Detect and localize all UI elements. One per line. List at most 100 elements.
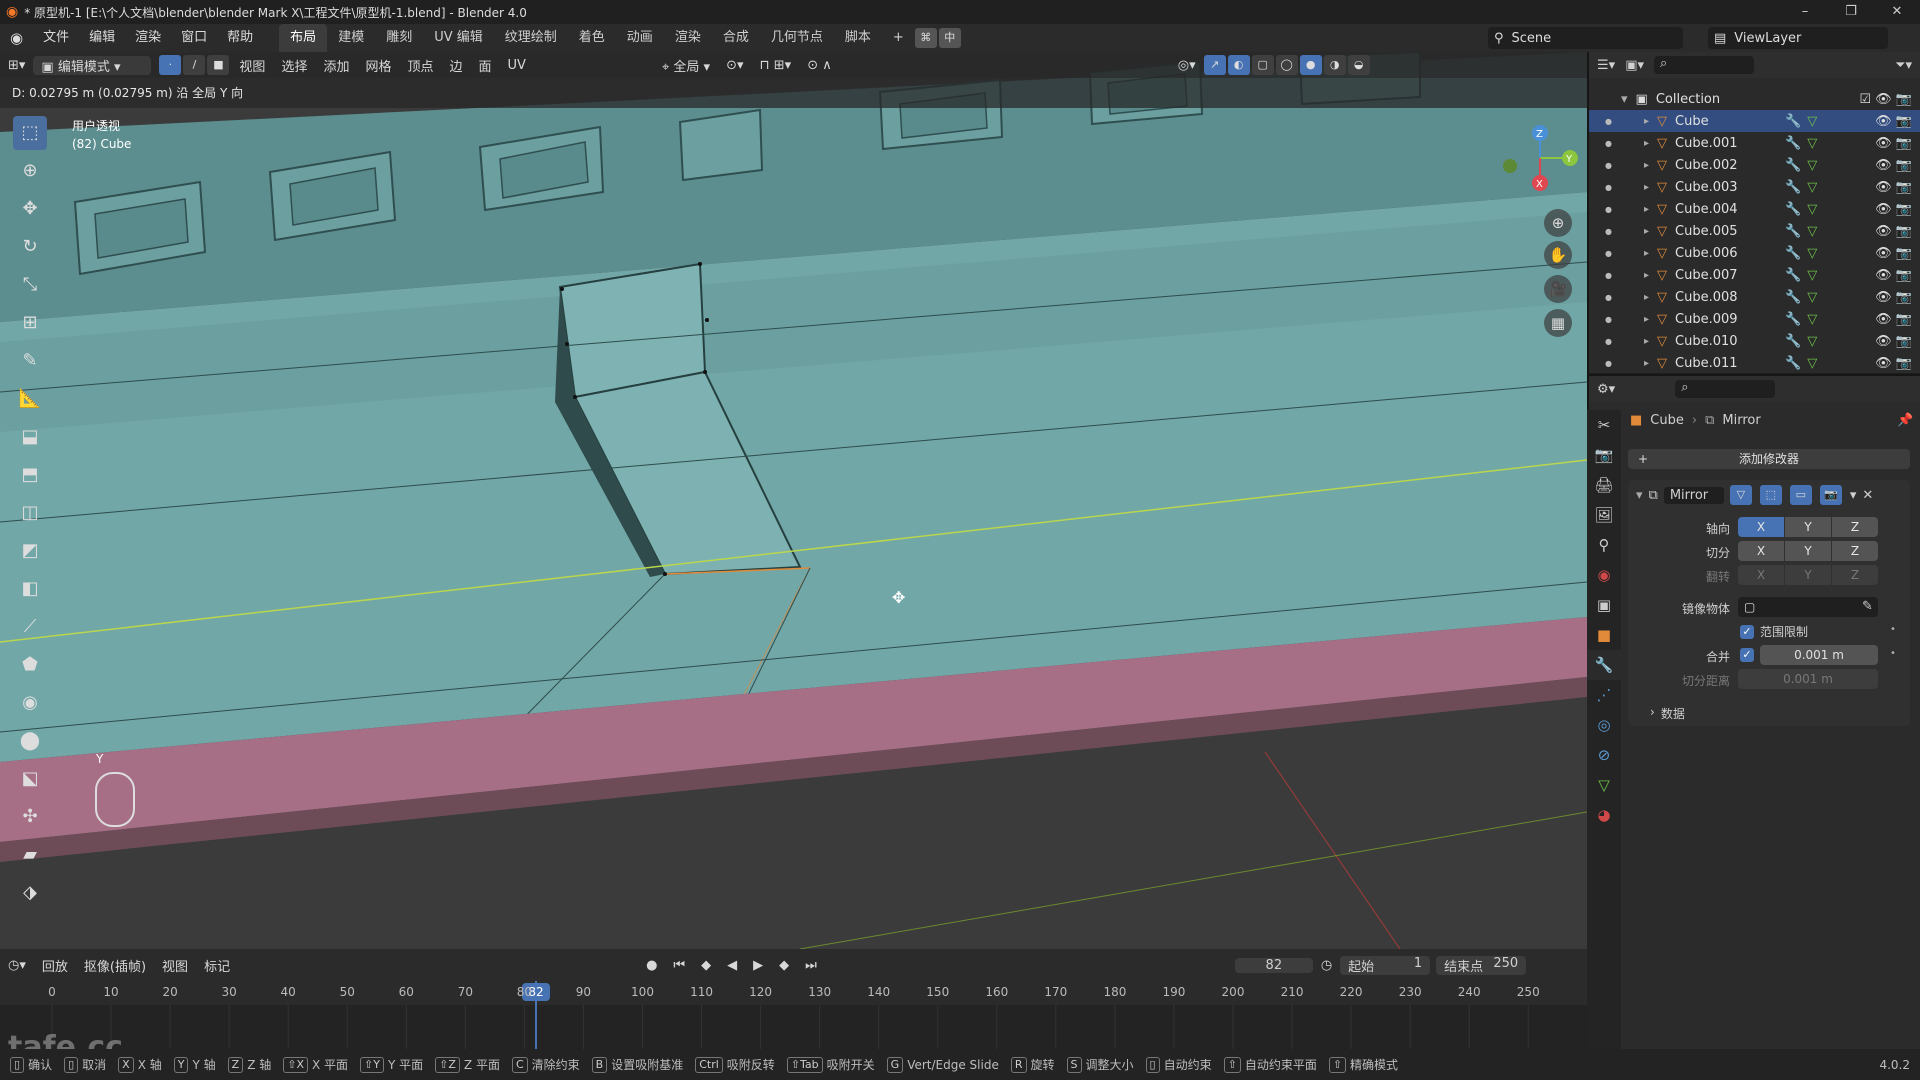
transform-tool-icon[interactable]: ⊞ xyxy=(13,306,47,340)
expand-arrow-icon[interactable]: ▸ xyxy=(1644,358,1649,369)
menu-keying[interactable]: 抠像(插帧) xyxy=(76,956,154,975)
material-tab-icon[interactable]: ◕ xyxy=(1587,800,1621,830)
expand-arrow-icon[interactable]: ▸ xyxy=(1644,314,1649,325)
bevel-tool-icon[interactable]: ◩ xyxy=(13,534,47,568)
outliner-row[interactable]: ● ▸ ▽ Cube.006 🔧 ▽ 👁 📷 xyxy=(1589,242,1920,264)
minimize-button[interactable]: – xyxy=(1782,0,1828,24)
mesh-data-icon[interactable]: ▽ xyxy=(1807,158,1817,173)
shear-tool-icon[interactable]: ▰ xyxy=(13,838,47,872)
particles-tab-icon[interactable]: ⋰ xyxy=(1587,680,1621,710)
outliner-row[interactable]: ● ▸ ▽ Cube.004 🔧 ▽ 👁 📷 xyxy=(1589,198,1920,220)
tool-tab-icon[interactable]: ✂ xyxy=(1587,410,1621,440)
outliner-row[interactable]: ● ▸ ▽ Cube.011 🔧 ▽ 👁 📷 xyxy=(1589,352,1920,374)
auto-key-icon[interactable]: ● xyxy=(638,958,665,973)
collection-row[interactable]: ▾ ▣ Collection ☑ 👁 📷 xyxy=(1589,88,1920,110)
modifier-name-field[interactable]: Mirror xyxy=(1663,486,1724,504)
output-tab-icon[interactable]: 🖨 xyxy=(1587,470,1621,500)
modifier-icon[interactable]: 🔧 xyxy=(1785,158,1801,173)
add-modifier-button[interactable]: + 添加修改器 xyxy=(1628,449,1910,469)
modifier-icon[interactable]: 🔧 xyxy=(1785,114,1801,129)
visibility-icon[interactable]: 👁 📷 xyxy=(1875,356,1912,371)
data-subpanel-header[interactable]: › 数据 xyxy=(1650,705,1685,722)
modifier-icon[interactable]: 🔧 xyxy=(1785,268,1801,283)
3d-viewport[interactable] xyxy=(0,52,1587,949)
menu-edit[interactable]: 编辑 xyxy=(79,24,125,52)
mesh-data-icon[interactable]: ▽ xyxy=(1807,312,1817,327)
inset-tool-icon[interactable]: ◫ xyxy=(13,496,47,530)
add-workspace-icon[interactable]: + xyxy=(882,24,915,52)
props-search-input[interactable]: ⌕ xyxy=(1675,380,1776,398)
menu-face[interactable]: 面 xyxy=(471,56,500,75)
play-icon[interactable]: ▶ xyxy=(745,958,771,973)
tab-modeling[interactable]: 建模 xyxy=(327,24,375,52)
collection-tab-icon[interactable]: ▣ xyxy=(1587,590,1621,620)
mesh-data-icon[interactable]: ▽ xyxy=(1807,180,1817,195)
viewlayer-selector[interactable]: ▤ ViewLayer xyxy=(1708,27,1888,49)
menu-timeline-view[interactable]: 视图 xyxy=(154,956,196,975)
expand-arrow-icon[interactable]: ▸ xyxy=(1644,116,1649,127)
modifier-icon[interactable]: 🔧 xyxy=(1785,224,1801,239)
expand-arrow-icon[interactable]: ▸ xyxy=(1644,248,1649,259)
mesh-data-icon[interactable]: ▽ xyxy=(1807,224,1817,239)
lang-toggle-icon[interactable]: ⌘ xyxy=(914,28,937,48)
physics-tab-icon[interactable]: ◎ xyxy=(1587,710,1621,740)
outliner-row[interactable]: ● ▸ ▽ Cube.002 🔧 ▽ 👁 📷 xyxy=(1589,154,1920,176)
visibility-icon[interactable]: 👁 📷 xyxy=(1875,158,1912,173)
scene-selector[interactable]: ⚲ Scene xyxy=(1488,27,1683,49)
select-box-tool-icon[interactable]: ⬚ xyxy=(13,116,47,150)
tab-layout[interactable]: 布局 xyxy=(279,24,328,52)
flip-y-toggle[interactable]: Y xyxy=(1785,565,1831,585)
collapse-arrow-icon[interactable]: ▾ xyxy=(1636,488,1643,503)
outliner-row[interactable]: ● ▸ ▽ Cube.007 🔧 ▽ 👁 📷 xyxy=(1589,264,1920,286)
editmode-display-icon[interactable]: ⬚ xyxy=(1759,485,1782,505)
modifier-icon[interactable]: 🔧 xyxy=(1785,180,1801,195)
filter-icon[interactable]: ⏷▾ xyxy=(1895,58,1912,73)
outliner-search-input[interactable]: ⌕ xyxy=(1654,56,1754,74)
visibility-icon[interactable]: 👁 📷 xyxy=(1875,136,1912,151)
render-tab-icon[interactable]: 📷 xyxy=(1587,440,1621,470)
visibility-icon[interactable]: 👁 📷 xyxy=(1875,312,1912,327)
add-cube-tool-icon[interactable]: ⬓ xyxy=(13,420,47,454)
smooth-tool-icon[interactable]: ⬤ xyxy=(13,724,47,758)
bisect-x-toggle[interactable]: X xyxy=(1738,541,1784,561)
outliner-row[interactable]: ● ▸ ▽ Cube.008 🔧 ▽ 👁 📷 xyxy=(1589,286,1920,308)
merge-keyframe-dot-icon[interactable]: • xyxy=(1890,648,1896,659)
mesh-data-icon[interactable]: ▽ xyxy=(1807,290,1817,305)
modifier-icon[interactable]: 🔧 xyxy=(1785,202,1801,217)
scene-tab-icon[interactable]: ⚲ xyxy=(1587,530,1621,560)
menu-uv[interactable]: UV xyxy=(500,58,534,73)
props-type-icon[interactable]: ⚙▾ xyxy=(1597,382,1615,397)
jump-end-icon[interactable]: ⏭ xyxy=(797,958,825,973)
wireframe-shading-icon[interactable]: ◯ xyxy=(1275,55,1298,75)
modifier-icon[interactable]: 🔧 xyxy=(1785,334,1801,349)
vertex-select-icon[interactable]: · xyxy=(159,55,182,75)
visibility-icon[interactable]: ◎▾ xyxy=(1170,58,1204,73)
render-display-icon[interactable]: 📷 xyxy=(1819,485,1842,505)
outliner-row[interactable]: ● ▸ ▽ Cube.005 🔧 ▽ 👁 📷 xyxy=(1589,220,1920,242)
cursor-tool-icon[interactable]: ⊕ xyxy=(13,154,47,188)
tab-geometry-nodes[interactable]: 几何节点 xyxy=(760,24,834,52)
input-method-icon[interactable]: 中 xyxy=(938,28,961,48)
poly-build-tool-icon[interactable]: ⬟ xyxy=(13,648,47,682)
outliner-row[interactable]: ● ▸ ▽ Cube 🔧 ▽ 👁 📷 xyxy=(1589,110,1920,132)
expand-arrow-icon[interactable]: ▸ xyxy=(1644,138,1649,149)
collection-visibility-icon[interactable]: ☑ 👁 📷 xyxy=(1859,92,1912,107)
expand-arrow-icon[interactable]: ▸ xyxy=(1644,160,1649,171)
modifier-tab-icon[interactable]: 🔧 xyxy=(1587,650,1621,680)
modifier-icon[interactable]: 🔧 xyxy=(1785,136,1801,151)
modifier-icon[interactable]: 🔧 xyxy=(1785,356,1801,371)
mirror-object-field[interactable]: ▢ xyxy=(1738,597,1878,617)
merge-checkbox[interactable]: ✓ xyxy=(1740,648,1754,662)
annotate-tool-icon[interactable]: ✎ xyxy=(13,344,47,378)
modifier-icon[interactable]: 🔧 xyxy=(1785,290,1801,305)
prev-keyframe-icon[interactable]: ◆ xyxy=(693,958,719,973)
visibility-icon[interactable]: 👁 📷 xyxy=(1875,334,1912,349)
blender-menu-icon[interactable]: ◉ xyxy=(0,24,33,52)
current-frame-field[interactable]: 82 xyxy=(1234,957,1313,973)
menu-select[interactable]: 选择 xyxy=(273,56,315,75)
flip-x-toggle[interactable]: X xyxy=(1738,565,1784,585)
transform-orientation[interactable]: ⌖ 全局 ▾ xyxy=(654,56,718,75)
shrink-fatten-tool-icon[interactable]: ✣ xyxy=(13,800,47,834)
face-select-icon[interactable]: ■ xyxy=(207,55,230,75)
visibility-icon[interactable]: 👁 📷 xyxy=(1875,268,1912,283)
